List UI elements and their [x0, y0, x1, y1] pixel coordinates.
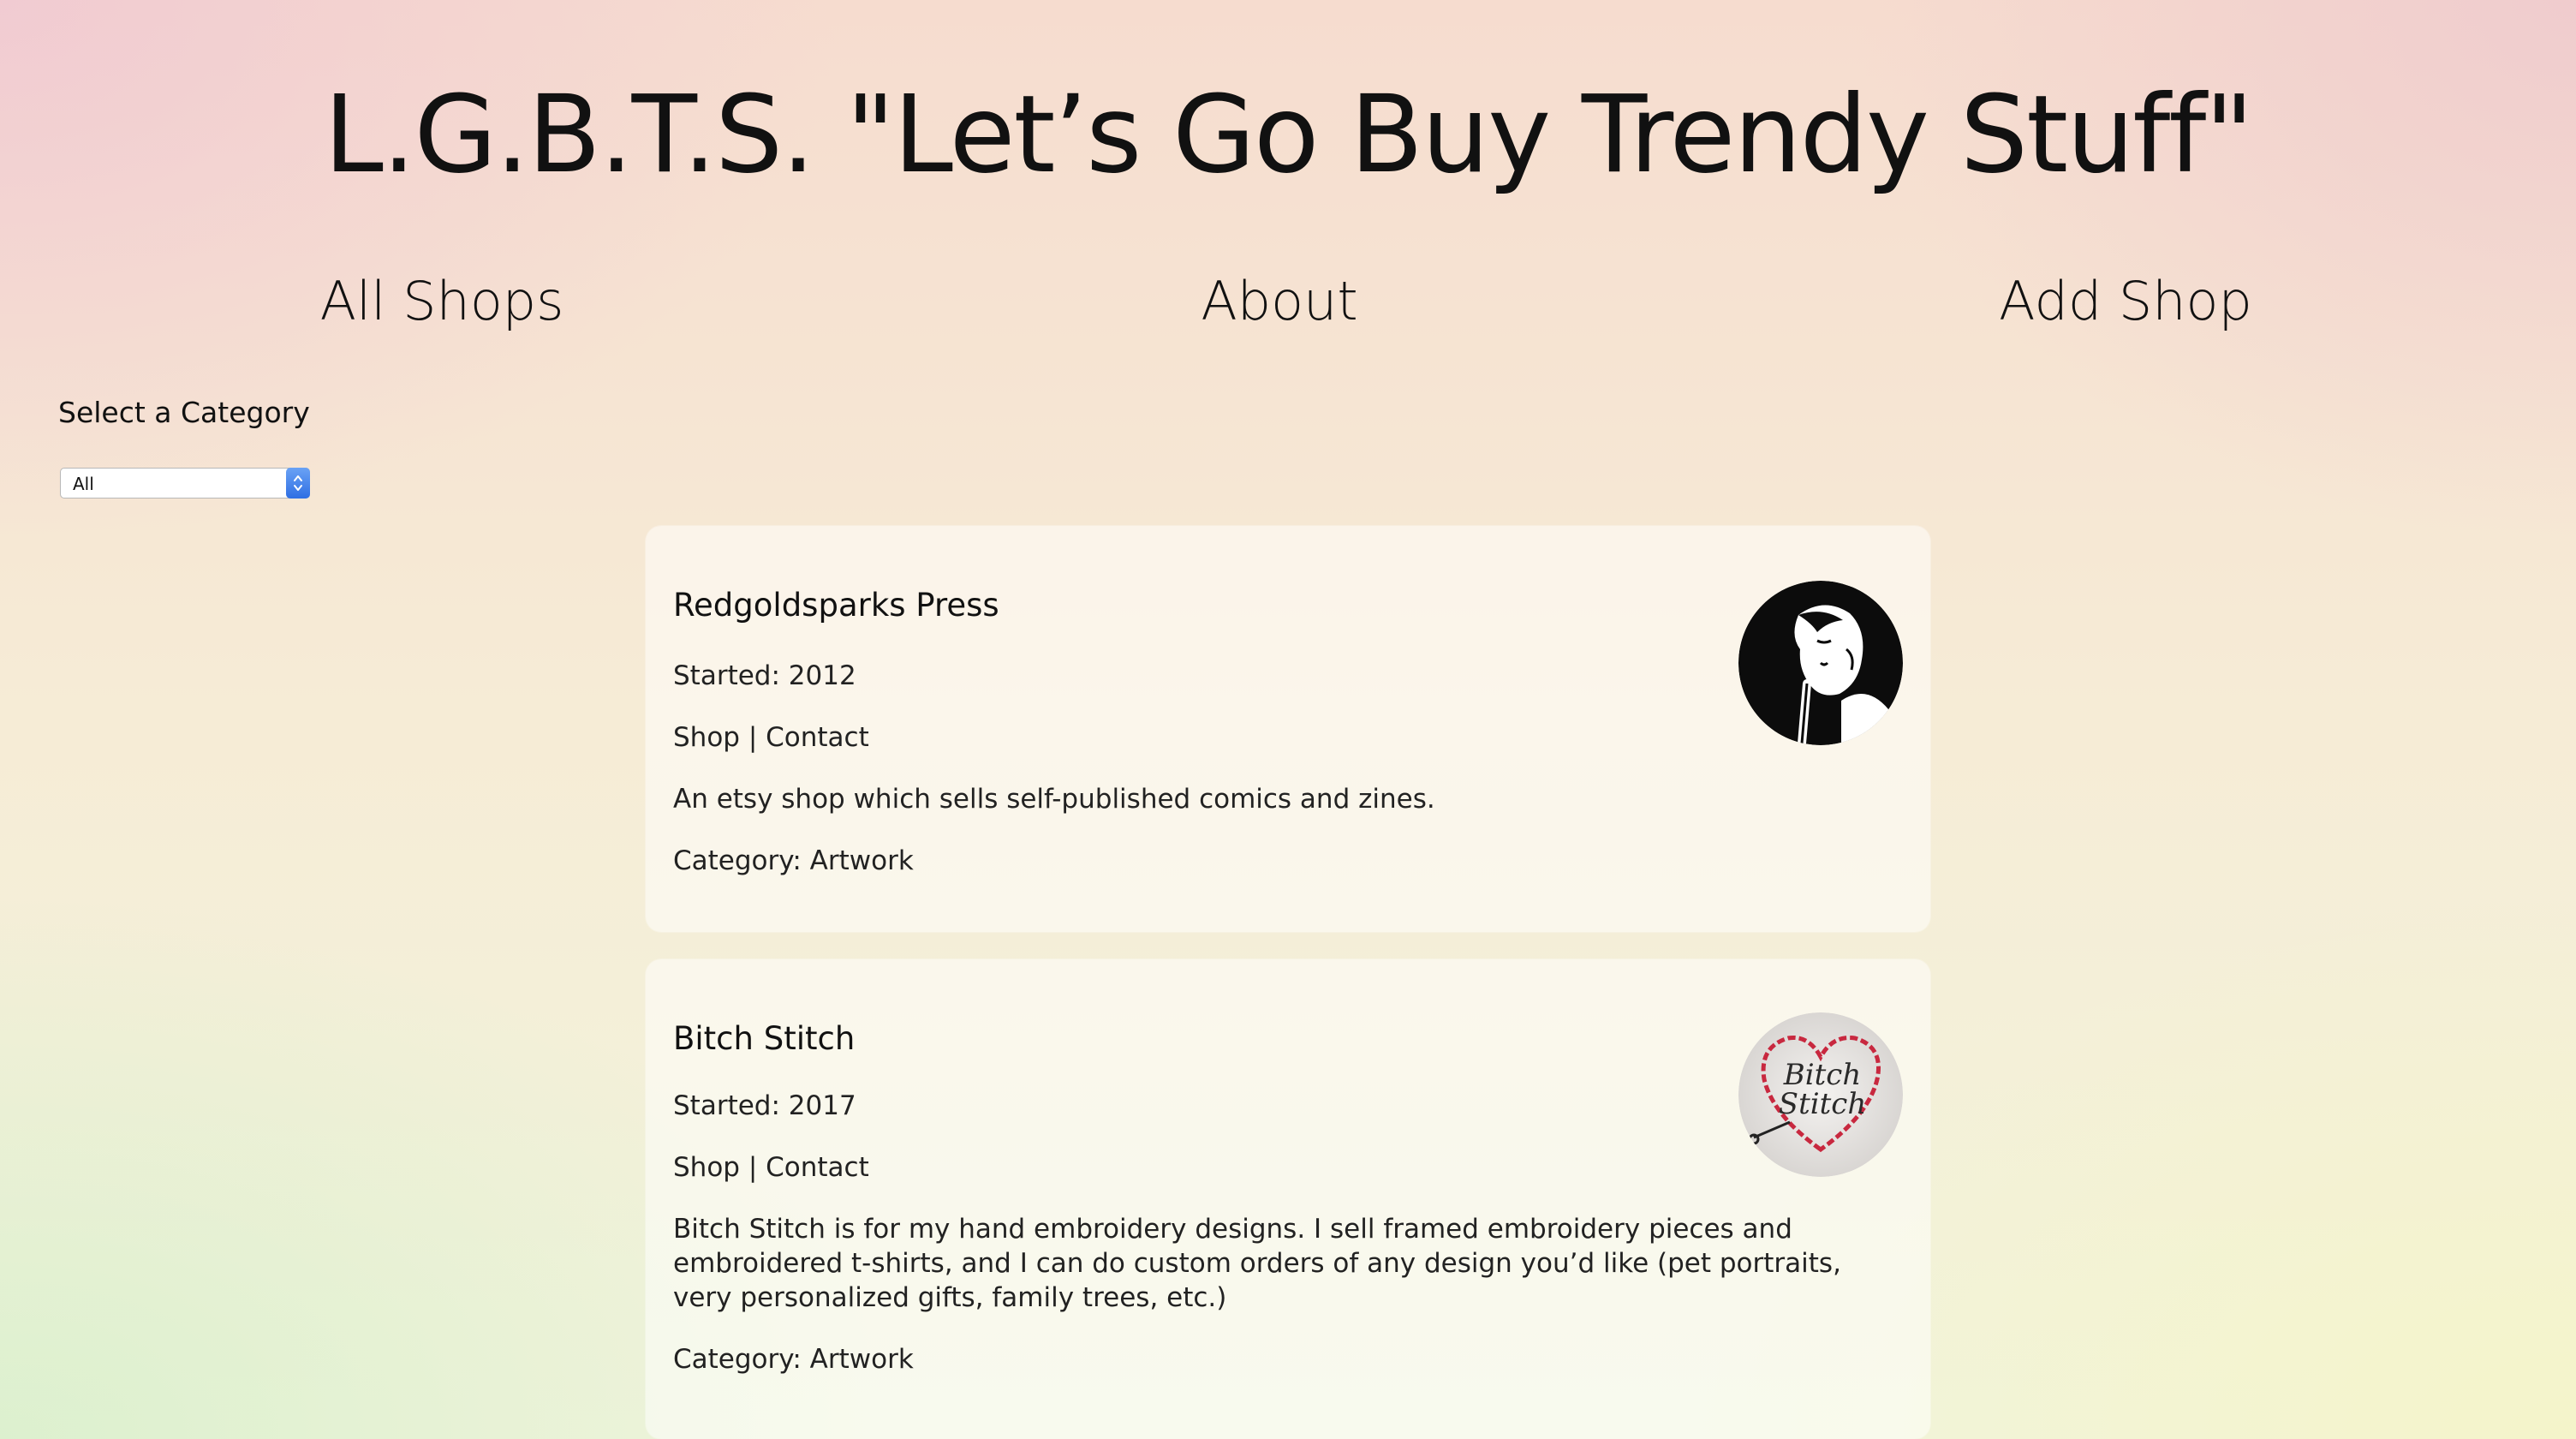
nav-all-shops[interactable]: All Shops [320, 267, 564, 336]
nav-about[interactable]: About [1201, 267, 1357, 336]
shop-started: Started: 2017 [673, 1090, 856, 1121]
select-arrows-icon [286, 468, 310, 499]
link-separator: | [739, 1152, 766, 1183]
shop-category: Category: Artwork [673, 1344, 914, 1375]
site-title: L.G.B.T.S. "Let’s Go Buy Trendy Stuff" [324, 73, 2254, 197]
shop-link[interactable]: Shop [673, 1152, 740, 1183]
category-select-value: All [73, 474, 94, 494]
category-select[interactable]: All [60, 468, 310, 499]
shop-description: Bitch Stitch is for my hand embroidery d… [673, 1214, 1841, 1313]
shop-link[interactable]: Shop [673, 722, 740, 753]
link-separator: | [739, 722, 766, 753]
contact-link[interactable]: Contact [766, 722, 869, 753]
contact-link[interactable]: Contact [766, 1152, 869, 1183]
nav-add-shop[interactable]: Add Shop [1999, 267, 2252, 336]
comic-portrait-icon [1738, 581, 1903, 745]
shop-name: Bitch Stitch [673, 1020, 856, 1057]
category-filter-label: Select a Category [58, 396, 310, 429]
embroidered-heart-icon: Bitch Stitch [1738, 1012, 1903, 1177]
shop-card: Bitch Stitch Started: 2017 Shop | Contac… [646, 959, 1930, 1439]
shop-links: Shop | Contact [673, 720, 869, 755]
shop-card: Redgoldsparks Press Started: 2012 Shop |… [646, 526, 1930, 932]
shop-name: Redgoldsparks Press [673, 587, 999, 624]
shop-description: An etsy shop which sells self-published … [673, 784, 1435, 815]
shop-category: Category: Artwork [673, 845, 914, 876]
logo-lettering: Bitch Stitch [1779, 1058, 1866, 1121]
shop-links: Shop | Contact [673, 1150, 869, 1185]
shop-started: Started: 2012 [673, 660, 856, 691]
